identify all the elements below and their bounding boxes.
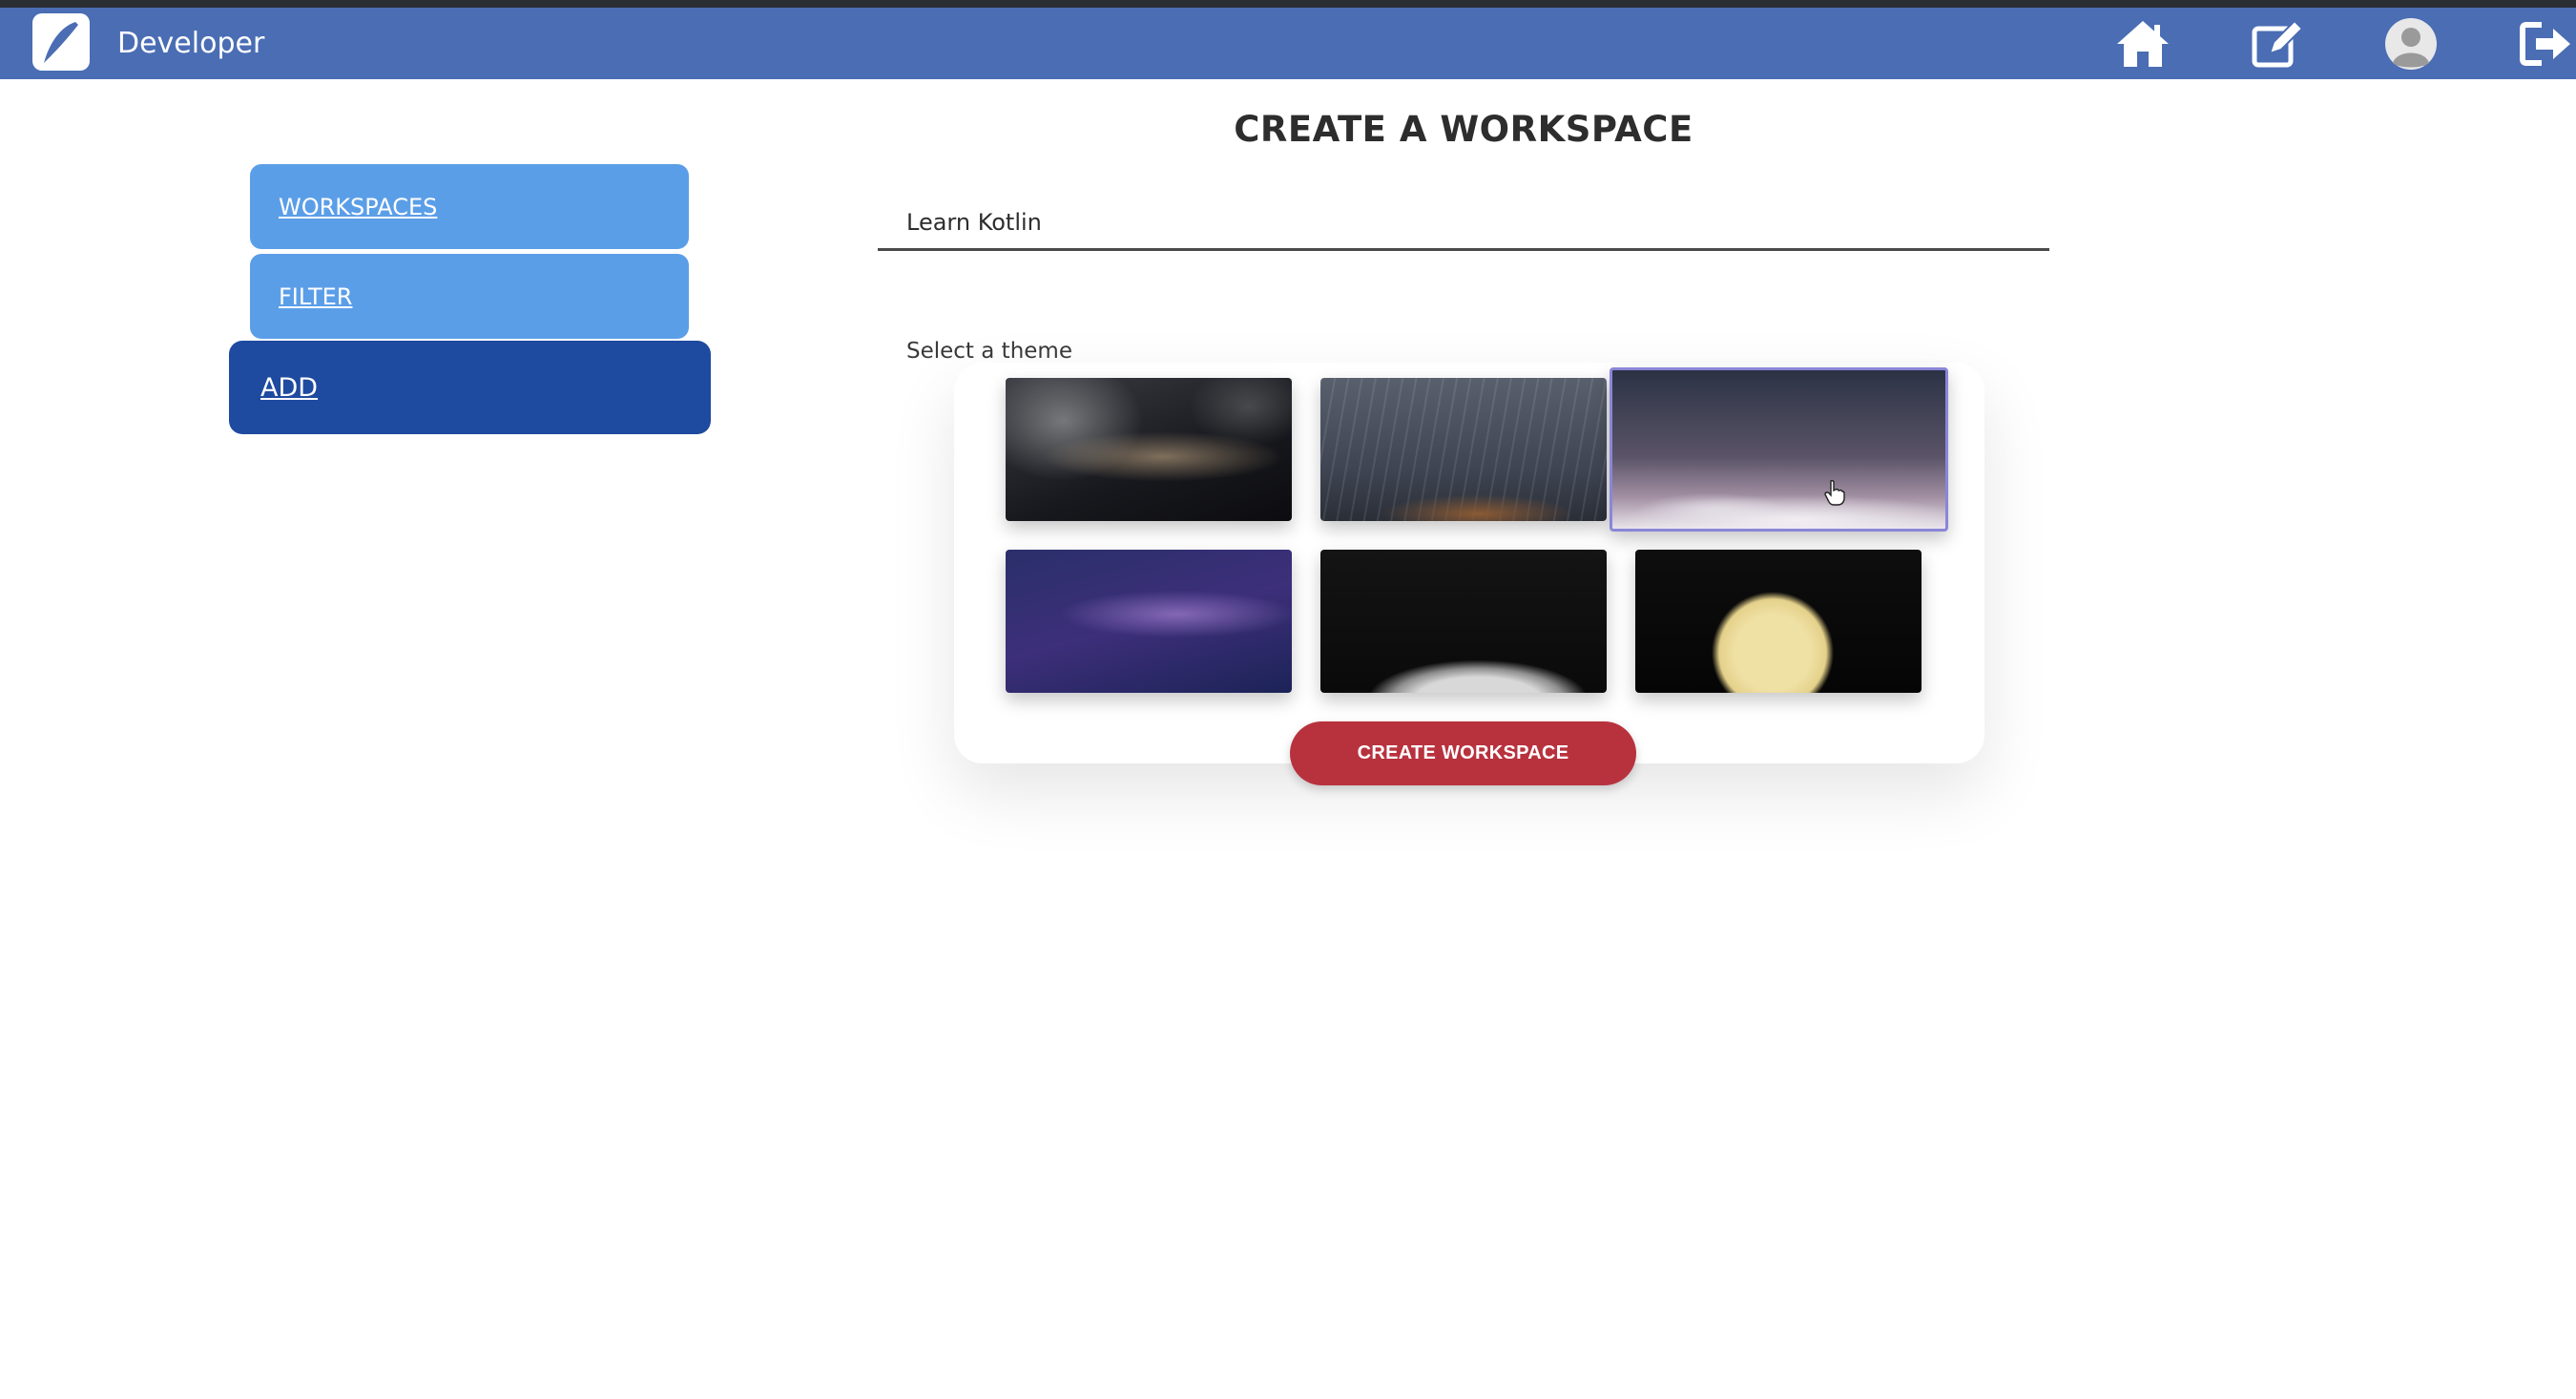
sidebar-item-label: FILTER bbox=[279, 282, 353, 310]
sidebar-item-label: WORKSPACES bbox=[279, 193, 438, 220]
profile-icon[interactable] bbox=[2381, 15, 2441, 73]
theme-option-milky-way-clouds[interactable] bbox=[1006, 378, 1292, 521]
sidebar-item-filter[interactable]: FILTER bbox=[250, 254, 689, 339]
edit-icon[interactable] bbox=[2247, 15, 2306, 73]
workspace-name-input[interactable] bbox=[878, 196, 2049, 251]
create-workspace-button[interactable]: CREATE WORKSPACE bbox=[1290, 721, 1636, 785]
theme-option-snowy-peaks-night[interactable] bbox=[1610, 367, 1948, 532]
theme-option-planet-horizon[interactable] bbox=[1320, 550, 1607, 693]
window-top-strip bbox=[0, 0, 2576, 8]
navbar: Developer bbox=[0, 8, 2576, 79]
theme-option-full-moon[interactable] bbox=[1635, 550, 1922, 693]
brand-title: Developer bbox=[117, 27, 265, 60]
page-title: CREATE A WORKSPACE bbox=[1234, 109, 1693, 150]
theme-option-star-trails-mesa[interactable] bbox=[1320, 378, 1607, 521]
sidebar-item-add[interactable]: ADD bbox=[229, 341, 711, 434]
theme-label: Select a theme bbox=[906, 339, 1072, 364]
app-logo-icon[interactable] bbox=[32, 13, 90, 71]
pointer-cursor-icon bbox=[1824, 479, 1845, 506]
logout-icon[interactable] bbox=[2515, 15, 2574, 73]
sidebar-item-workspaces[interactable]: WORKSPACES bbox=[250, 164, 689, 249]
theme-option-purple-galaxy[interactable] bbox=[1006, 550, 1292, 693]
home-icon[interactable] bbox=[2113, 15, 2172, 73]
sidebar-item-label: ADD bbox=[260, 372, 319, 403]
